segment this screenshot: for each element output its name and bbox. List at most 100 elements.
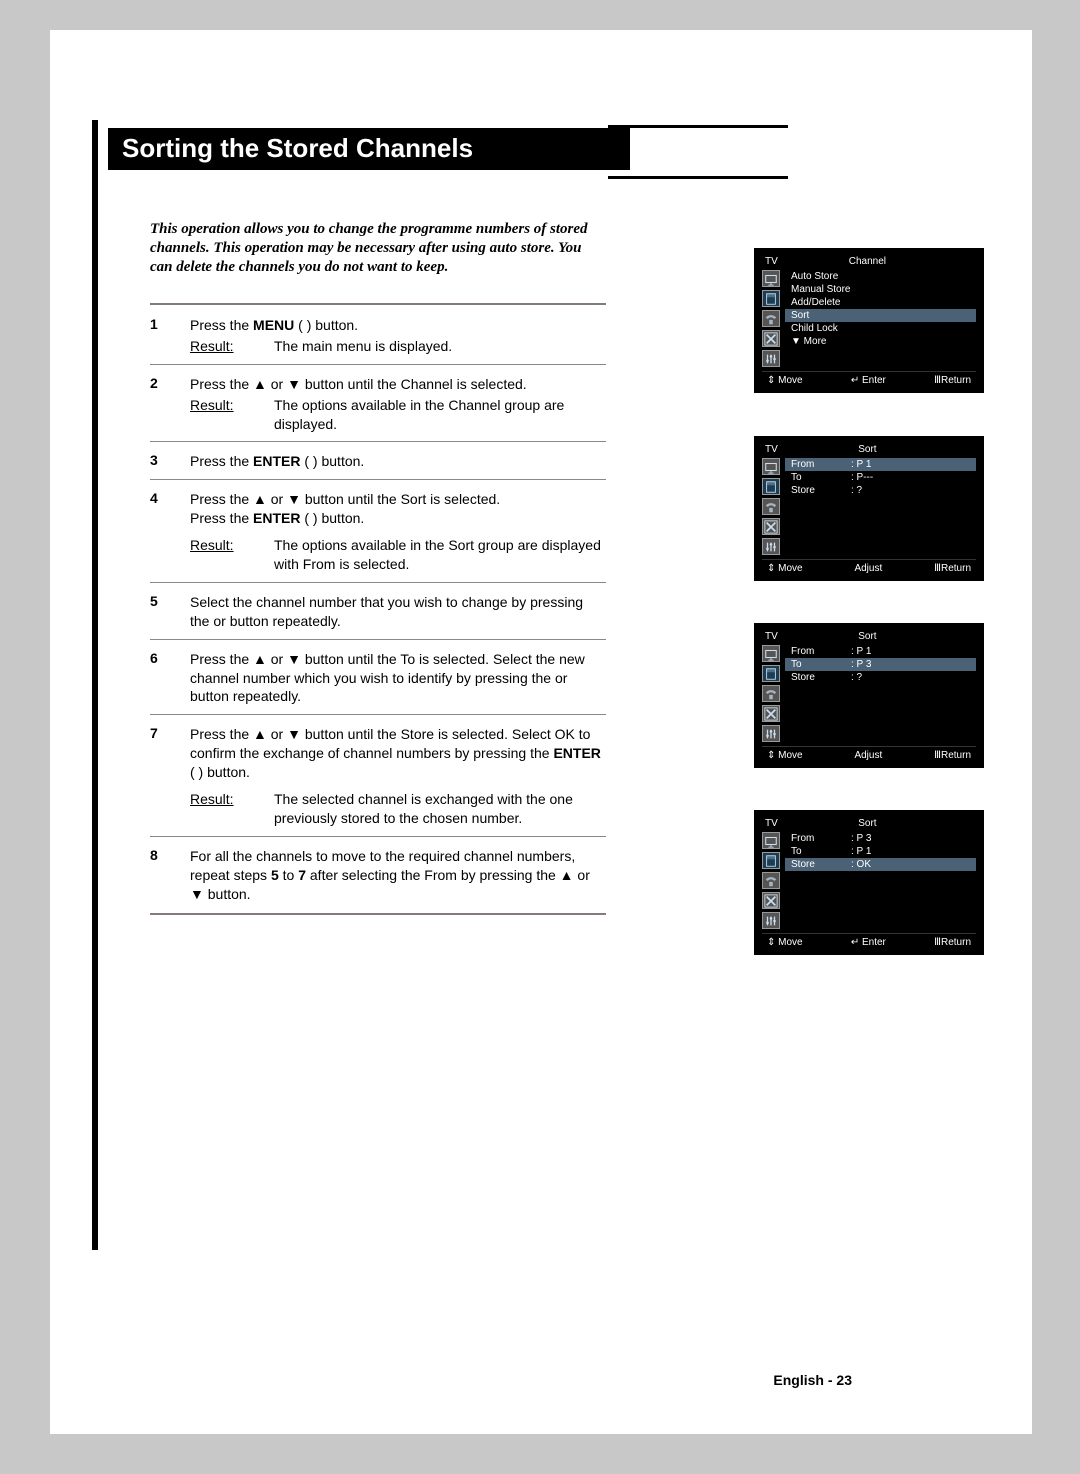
osd-header: TV Sort: [762, 818, 976, 832]
osd-row-key: To: [791, 659, 851, 670]
osd-row-key: From: [791, 646, 851, 657]
enter-icon: ↵: [851, 375, 859, 386]
osd-hint-return: ⅢReturn: [934, 750, 971, 761]
result-text: The main menu is displayed.: [274, 337, 606, 356]
osd-kv-row[interactable]: Store : OK: [785, 858, 976, 871]
text: ( ) button.: [190, 764, 250, 780]
osd-category-icon: [762, 270, 780, 287]
osd-sort-store: TV Sort From : P 3 To : P 1 Store : OK ⇕…: [754, 810, 984, 955]
text: Press the ▲ or ▼ button until the Channe…: [190, 376, 527, 392]
osd-tv-label: TV: [765, 444, 778, 455]
text: ( ) button.: [300, 453, 364, 469]
step-row: 2 Press the ▲ or ▼ button until the Chan…: [150, 371, 606, 436]
step-number: 7: [150, 725, 176, 827]
osd-hint-move: ⇕ Move: [767, 563, 803, 574]
osd-category-icon: [762, 832, 780, 849]
osd-row-spacer: [785, 512, 976, 527]
osd-menu-item[interactable]: Auto Store: [785, 270, 976, 283]
osd-tv-label: TV: [765, 256, 778, 267]
divider: [150, 913, 606, 915]
text: Press the ▲ or ▼ button until the Store …: [190, 726, 590, 761]
text: Press the ▲ or ▼ button until the Sort i…: [190, 490, 606, 509]
osd-kv-row[interactable]: Store : ?: [785, 671, 976, 684]
osd-row-value: : P 3: [851, 833, 871, 844]
step-body: Select the channel number that you wish …: [190, 593, 606, 631]
osd-menu-item[interactable]: Add/Delete: [785, 296, 976, 309]
text: ( ) button.: [300, 510, 364, 526]
result-text: The selected channel is exchanged with t…: [274, 790, 606, 828]
osd-row-spacer: [785, 699, 976, 714]
osd-category-icon: [762, 852, 780, 869]
updown-icon: ⇕: [767, 375, 775, 386]
osd-category-icon: [762, 645, 780, 662]
osd-menu-title: Sort: [858, 631, 876, 642]
text: to: [279, 867, 298, 883]
osd-category-icon: [762, 725, 780, 742]
osd-category-icon: [762, 892, 780, 909]
osd-row-key: To: [791, 846, 851, 857]
step-row: 5 Select the channel number that you wis…: [150, 589, 606, 633]
step-row: 8 For all the channels to move to the re…: [150, 843, 606, 906]
step-body: For all the channels to move to the requ…: [190, 847, 606, 904]
osd-category-icon: [762, 518, 780, 535]
osd-header: TV Sort: [762, 631, 976, 645]
osd-hint-return: ⅢReturn: [934, 937, 971, 948]
step-number: 4: [150, 490, 176, 574]
text: Press the: [190, 510, 253, 526]
osd-tv-label: TV: [765, 818, 778, 829]
divider: [150, 836, 606, 837]
osd-kv-row[interactable]: To : P---: [785, 471, 976, 484]
osd-category-icon: [762, 912, 780, 929]
osd-kv-row[interactable]: Store : ?: [785, 484, 976, 497]
result-text: The options available in the Channel gro…: [274, 396, 606, 434]
osd-kv-row[interactable]: To : P 1: [785, 845, 976, 858]
osd-menu-list: Auto StoreManual StoreAdd/DeleteSortChil…: [785, 270, 976, 367]
osd-hint-return: ⅢReturn: [934, 563, 971, 574]
osd-menu-item[interactable]: ▼ More: [785, 335, 976, 348]
steps-column: 1 Press the MENU ( ) button. Result: The…: [150, 295, 606, 922]
step-body: Press the MENU ( ) button. Result: The m…: [190, 316, 606, 356]
osd-menu-item[interactable]: Child Lock: [785, 322, 976, 335]
return-icon: Ⅲ: [934, 937, 941, 948]
osd-hint-move: ⇕ Move: [767, 375, 803, 386]
osd-header: TV Channel: [762, 256, 976, 270]
step-body: Press the ▲ or ▼ button until the Sort i…: [190, 490, 606, 574]
step-number: 1: [150, 316, 176, 356]
osd-icon-strip: [762, 270, 785, 367]
divider: [150, 303, 606, 305]
osd-kv-row[interactable]: From : P 3: [785, 832, 976, 845]
osd-hint-move: ⇕ Move: [767, 937, 803, 948]
osd-row-key: From: [791, 459, 851, 470]
osd-menu-item[interactable]: Sort: [785, 309, 976, 322]
osd-sort-from: TV Sort From : P 1 To : P--- Store : ? ⇕…: [754, 436, 984, 581]
step-number: 8: [150, 847, 176, 904]
step-number: 3: [150, 452, 176, 471]
divider: [150, 714, 606, 715]
title-band-outline: [608, 125, 788, 179]
osd-hint-adjust: Adjust: [854, 750, 882, 761]
osd-kv-row[interactable]: To : P 3: [785, 658, 976, 671]
result-label: Result:: [190, 396, 264, 434]
osd-kv-row[interactable]: From : P 1: [785, 645, 976, 658]
osd-category-icon: [762, 872, 780, 889]
osd-row-spacer: [785, 871, 976, 886]
page-number: English - 23: [773, 1372, 852, 1388]
intro-paragraph: This operation allows you to change the …: [150, 220, 605, 276]
osd-row-spacer: [785, 886, 976, 901]
osd-hint-move: ⇕ Move: [767, 750, 803, 761]
osd-category-icon: [762, 538, 780, 555]
osd-menu-item[interactable]: Manual Store: [785, 283, 976, 296]
return-icon: Ⅲ: [934, 563, 941, 574]
enter-label: ENTER: [253, 510, 300, 526]
step-body: Press the ▲ or ▼ button until the Store …: [190, 725, 606, 827]
osd-menu-title: Sort: [858, 818, 876, 829]
step-number: 6: [150, 650, 176, 707]
osd-sort-to: TV Sort From : P 1 To : P 3 Store : ? ⇕ …: [754, 623, 984, 768]
osd-row-key: Store: [791, 485, 851, 496]
osd-header: TV Sort: [762, 444, 976, 458]
osd-icon-strip: [762, 645, 785, 742]
accent-bar: [92, 120, 98, 1250]
osd-row-value: : P 1: [851, 846, 871, 857]
osd-row-spacer: [785, 497, 976, 512]
osd-kv-row[interactable]: From : P 1: [785, 458, 976, 471]
